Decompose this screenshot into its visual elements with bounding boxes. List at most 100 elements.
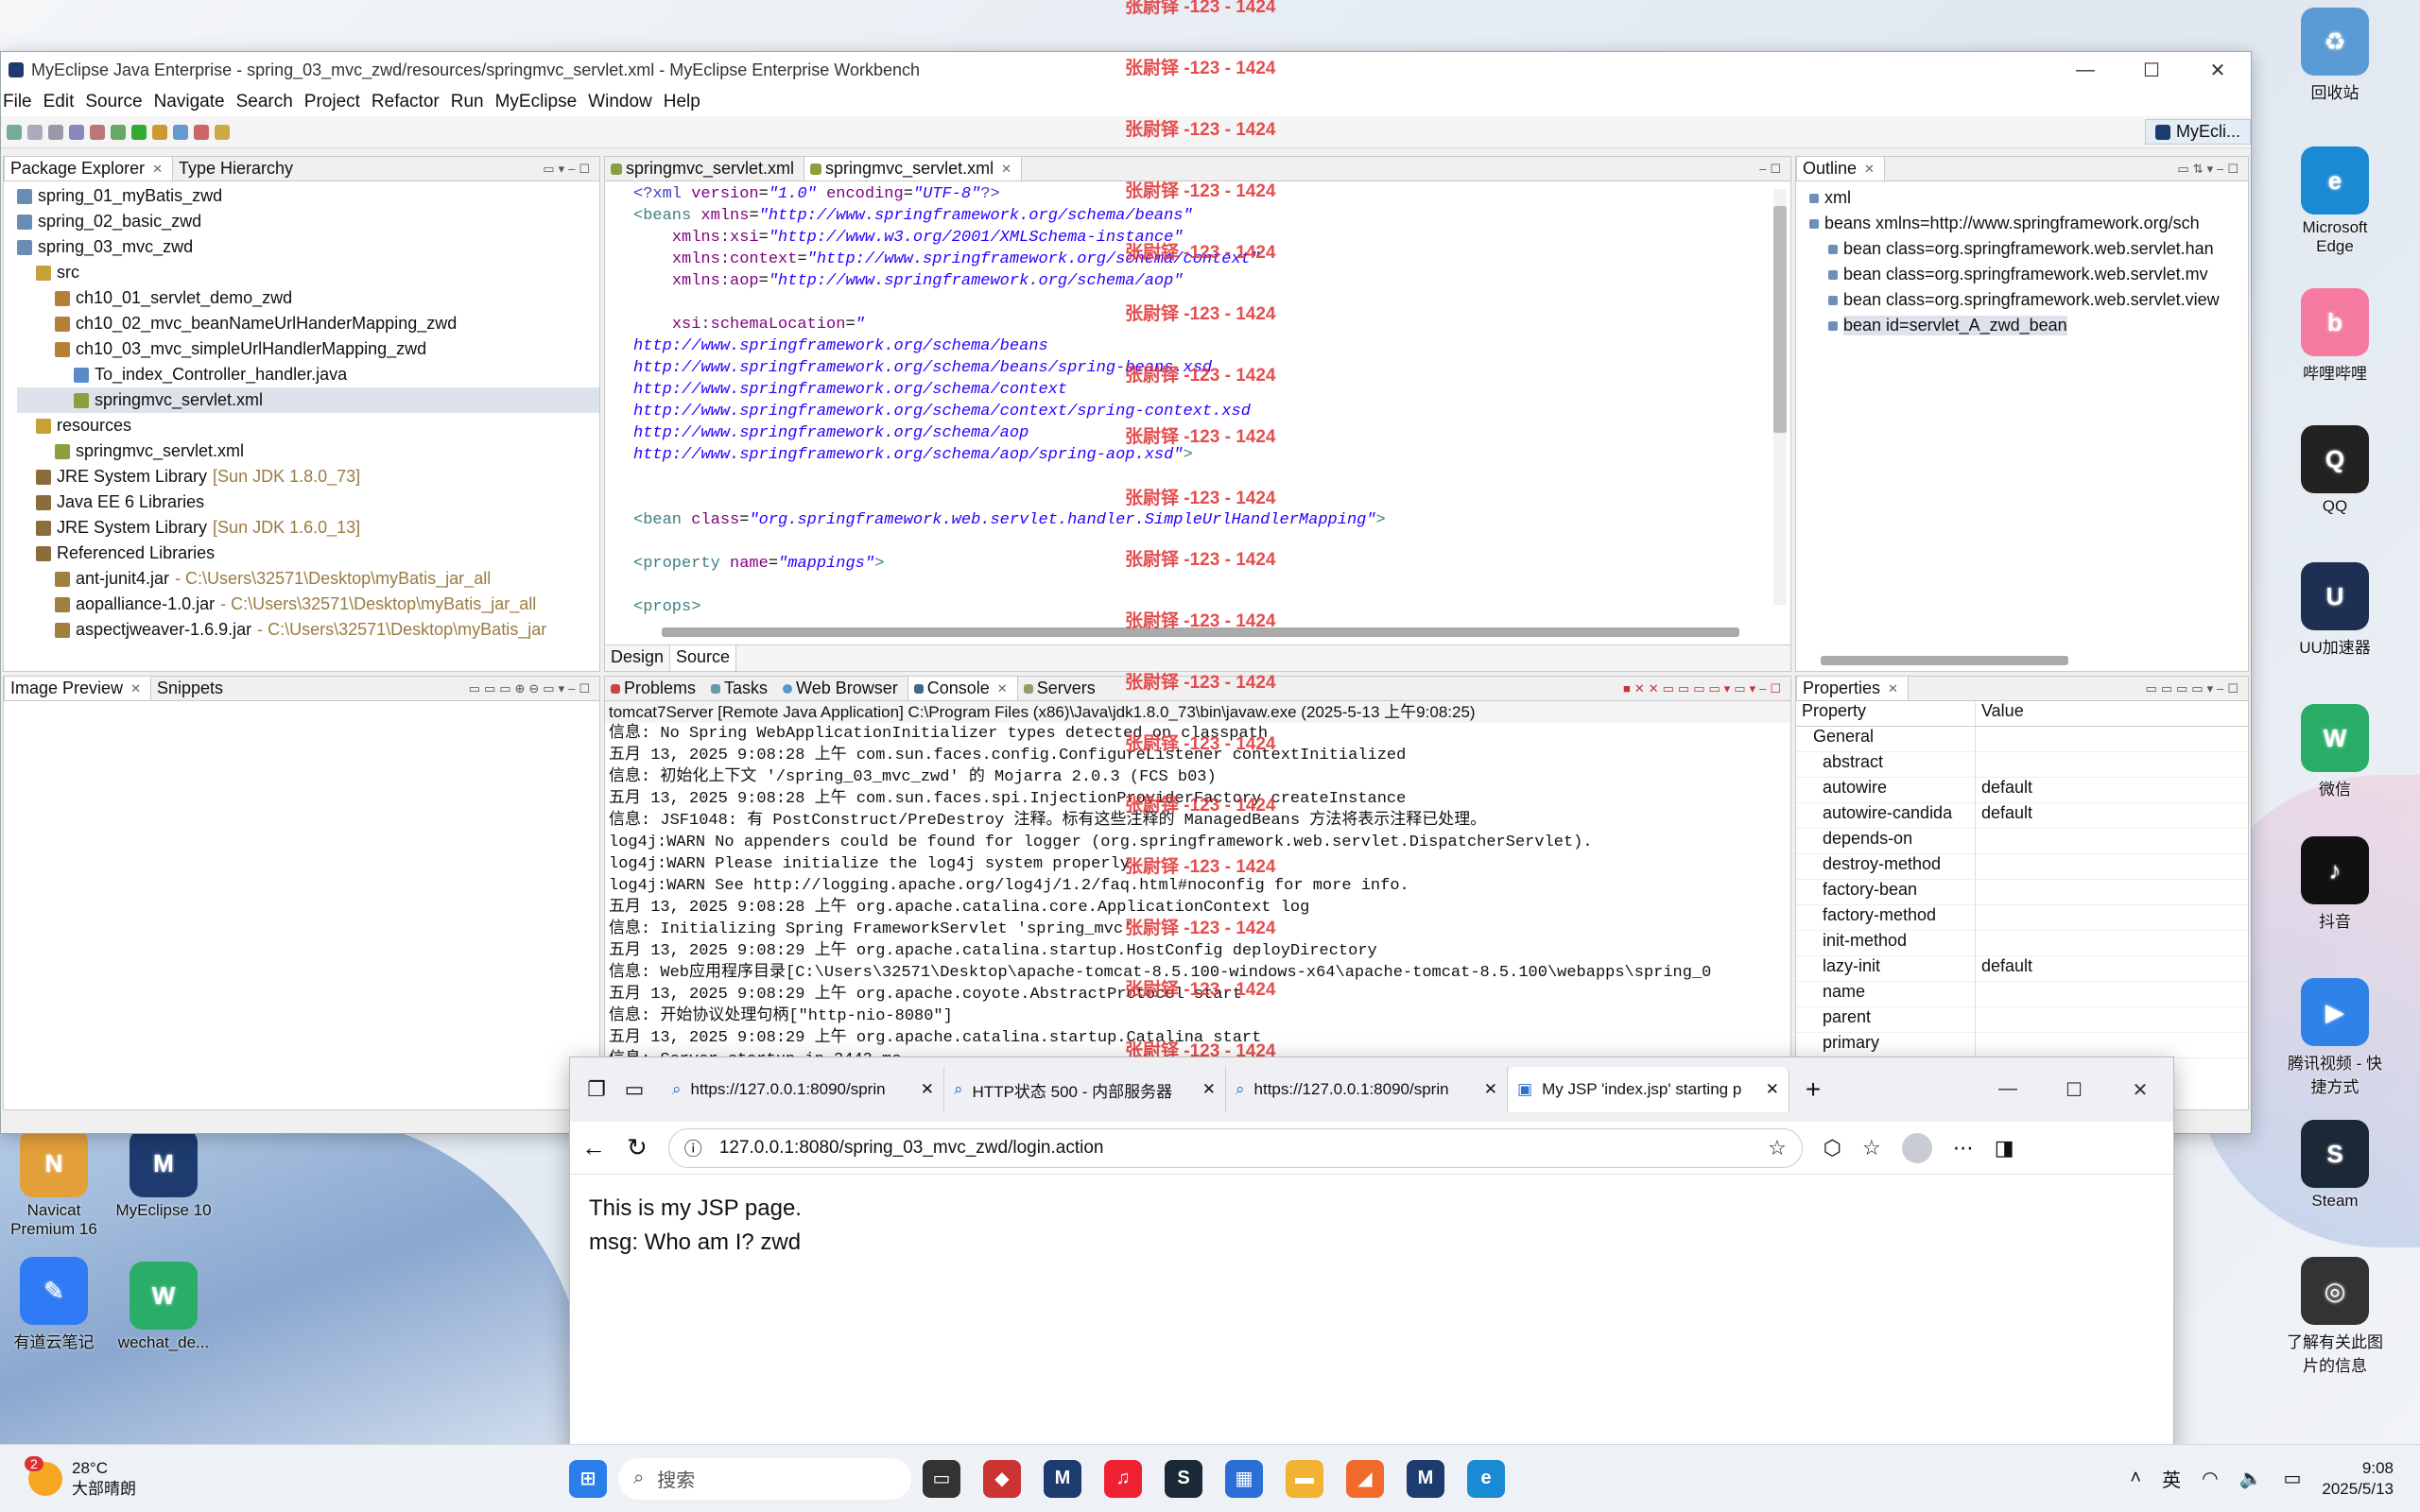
store-icon[interactable]: ▦ <box>1225 1459 1263 1498</box>
print-icon[interactable] <box>69 124 84 140</box>
view-controls[interactable]: ▭▾–☐ <box>537 162 599 180</box>
property-row[interactable]: factory-method <box>1796 905 2248 931</box>
menu-window[interactable]: Window <box>588 92 664 112</box>
tab-close-icon[interactable]: ✕ <box>1202 1080 1216 1099</box>
outline-item[interactable]: xml <box>1809 185 2248 211</box>
workspaces-icon[interactable]: ❐ <box>578 1077 615 1102</box>
tree-item[interactable]: spring_03_mvc_zwd <box>17 234 599 260</box>
tree-item[interactable]: src <box>17 260 599 285</box>
outline-horizontal-scrollbar[interactable] <box>1821 656 2068 665</box>
tab-editor-file-active[interactable]: springmvc_servlet.xml ✕ <box>804 157 1022 180</box>
console-output[interactable]: 信息: No Spring WebApplicationInitializer … <box>605 723 1790 1071</box>
favorite-star-icon[interactable]: ☆ <box>1768 1136 1787 1160</box>
tab-source[interactable]: Source <box>670 645 737 671</box>
menu-run[interactable]: Run <box>451 92 495 112</box>
tab-type-hierarchy[interactable]: Type Hierarchy <box>173 157 302 180</box>
external-tools-icon[interactable] <box>152 124 167 140</box>
tree-item[interactable]: ch10_03_mvc_simpleUrlHandlerMapping_zwd <box>17 336 599 362</box>
close-icon[interactable]: ✕ <box>1864 162 1875 177</box>
browser-minimize-button[interactable]: — <box>1975 1078 2041 1102</box>
maximize-button[interactable]: ☐ <box>2118 59 2185 82</box>
weather-widget[interactable]: 2 28°C 大部晴朗 <box>25 1455 558 1500</box>
tree-item[interactable]: JRE System Library [Sun JDK 1.8.0_73] <box>17 464 599 490</box>
menu-myeclipse[interactable]: MyEclipse <box>495 92 589 112</box>
server-icon[interactable] <box>90 124 105 140</box>
desktop-icon[interactable]: W 微信 <box>2283 704 2387 799</box>
tree-item[interactable]: Referenced Libraries <box>17 541 599 566</box>
desktop-icon[interactable]: Wwechat_de... <box>112 1262 216 1352</box>
tab-tasks[interactable]: Tasks <box>705 677 777 700</box>
menu-search[interactable]: Search <box>236 92 304 112</box>
tab-image-preview[interactable]: Image Preview ✕ <box>4 677 151 700</box>
tree-item[interactable]: spring_01_myBatis_zwd <box>17 183 599 209</box>
tree-item[interactable]: springmvc_servlet.xml <box>17 387 599 413</box>
tab-close-icon[interactable]: ✕ <box>1766 1080 1779 1099</box>
desktop-icon[interactable]: N Navicat Premium 16 <box>2 1129 106 1239</box>
save-icon[interactable] <box>27 124 43 140</box>
xml-source-editor[interactable]: <?xml version="1.0" encoding="UTF-8"?> <b… <box>605 181 1790 614</box>
tab-design[interactable]: Design <box>605 645 671 671</box>
view-controls[interactable]: –☐ <box>1754 162 1790 180</box>
property-row[interactable]: lazy-init default <box>1796 956 2248 982</box>
outline-item[interactable]: bean id=servlet_A_zwd_bean <box>1809 313 2248 338</box>
menu-source[interactable]: Source <box>85 92 153 112</box>
outline-item[interactable]: beans xmlns=http://www.springframework.o… <box>1809 211 2248 236</box>
outline-item[interactable]: bean class=org.springframework.web.servl… <box>1809 262 2248 287</box>
ime-indicator[interactable]: 英 <box>2162 1465 2181 1492</box>
view-controls[interactable]: ▭▭▭⊕⊖▭▾–☐ <box>463 681 599 700</box>
properties-group[interactable]: General <box>1796 727 2248 752</box>
property-row[interactable]: init-method <box>1796 931 2248 956</box>
property-row[interactable]: parent <box>1796 1007 2248 1033</box>
wifi-icon[interactable]: ◠ <box>2202 1467 2218 1490</box>
app-icon[interactable]: ◆ <box>983 1459 1021 1498</box>
property-row[interactable]: primary <box>1796 1033 2248 1058</box>
desktop-icon[interactable]: ♪ 抖音 <box>2283 836 2387 932</box>
property-row[interactable]: factory-bean <box>1796 880 2248 905</box>
netease-music-icon[interactable]: ♫ <box>1104 1459 1142 1498</box>
scroll-thumb[interactable] <box>1773 206 1787 433</box>
tab-close-icon[interactable]: ✕ <box>921 1080 934 1099</box>
tree-item[interactable]: ch10_01_servlet_demo_zwd <box>17 285 599 311</box>
tree-item[interactable]: ant-junit4.jar - C:\Users\32571\Desktop\m… <box>17 566 599 592</box>
close-icon[interactable]: ✕ <box>1888 681 1898 696</box>
start-icon[interactable]: ⊞ <box>569 1459 607 1498</box>
browser-tab[interactable]: ⌕ https://127.0.0.1:8090/sprin ✕ <box>663 1067 944 1112</box>
profile-avatar[interactable] <box>1901 1132 1932 1163</box>
tab-properties[interactable]: Properties ✕ <box>1796 677 1909 700</box>
tab-close-icon[interactable]: ✕ <box>1484 1080 1497 1099</box>
desktop-icon[interactable]: ▶ 腾讯视频 - 快捷方式 <box>2283 978 2387 1097</box>
tree-item[interactable]: aopalliance-1.0.jar - C:\Users\32571\Desk… <box>17 592 599 617</box>
menu-file[interactable]: File <box>3 92 43 112</box>
debug-icon[interactable] <box>111 124 126 140</box>
browser-tab[interactable]: ▣ My JSP 'index.jsp' starting p ✕ <box>1508 1067 1789 1112</box>
menu-refactor[interactable]: Refactor <box>372 92 451 112</box>
new-tab-button[interactable]: + <box>1789 1074 1837 1105</box>
tab-console[interactable]: Console ✕ <box>907 677 1018 700</box>
extensions-icon[interactable]: ⬡ <box>1824 1136 1841 1160</box>
favorites-icon[interactable]: ☆ <box>1862 1136 1881 1160</box>
tree-item[interactable]: springmvc_servlet.xml <box>17 438 599 464</box>
tab-servers[interactable]: Servers <box>1018 677 1105 700</box>
search-icon[interactable] <box>194 124 209 140</box>
close-icon[interactable]: ✕ <box>1001 162 1011 177</box>
refresh-icon[interactable]: ↻ <box>627 1133 648 1162</box>
app-orange-icon[interactable]: ◢ <box>1346 1459 1384 1498</box>
desktop-icon[interactable]: ◎ 了解有关此图片的信息 <box>2283 1257 2387 1376</box>
close-button[interactable]: ✕ <box>2185 59 2251 82</box>
console-controls[interactable]: ■✕✕▭▭▭▭▾▭▾–☐ <box>1617 681 1790 700</box>
clock[interactable]: 9:08 2025/5/13 <box>2322 1458 2394 1500</box>
open-type-icon[interactable] <box>215 124 230 140</box>
minimize-button[interactable]: — <box>2052 60 2118 81</box>
volume-icon[interactable]: 🔈 <box>2239 1467 2263 1490</box>
browser-maximize-button[interactable]: ☐ <box>2041 1078 2107 1102</box>
menu-edit[interactable]: Edit <box>43 92 86 112</box>
outline-item[interactable]: bean class=org.springframework.web.servl… <box>1809 287 2248 313</box>
desktop-icon[interactable]: ♻ 回收站 <box>2283 8 2387 103</box>
desktop-icon[interactable]: M MyEclipse 10 <box>112 1129 216 1220</box>
property-row[interactable]: name <box>1796 982 2248 1007</box>
close-icon[interactable]: ✕ <box>997 681 1008 696</box>
close-icon[interactable]: ✕ <box>130 681 141 696</box>
battery-icon[interactable]: ▭ <box>2283 1467 2301 1490</box>
tab-snippets[interactable]: Snippets <box>151 677 233 700</box>
run-icon[interactable] <box>131 124 147 140</box>
